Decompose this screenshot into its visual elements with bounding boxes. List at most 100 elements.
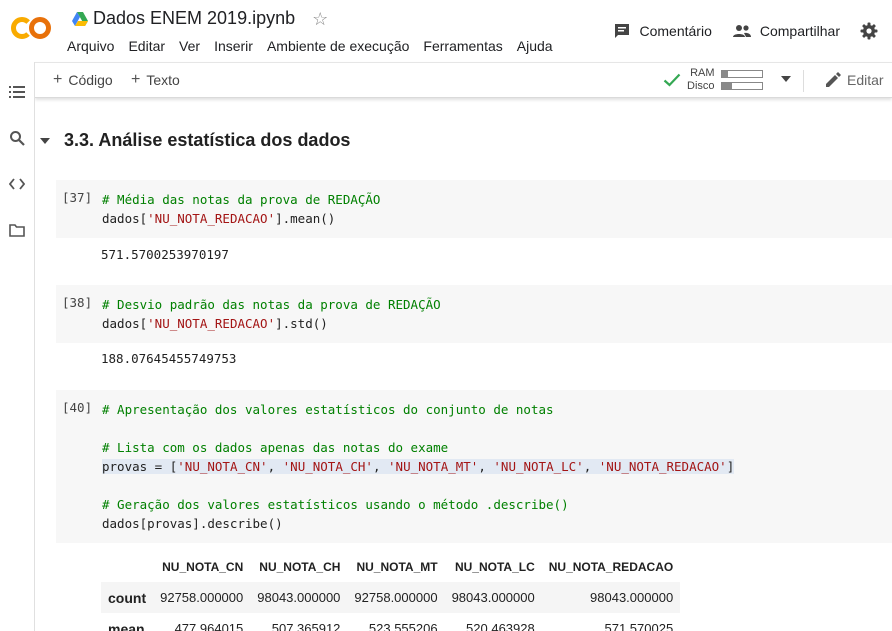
menu-ambiente[interactable]: Ambiente de execução bbox=[267, 38, 409, 54]
comment-icon bbox=[615, 24, 630, 38]
pencil-icon bbox=[826, 72, 841, 87]
cell-source[interactable]: # Desvio padrão das notas da prova de RE… bbox=[102, 295, 441, 333]
code-line: # Lista com os dados apenas das notas do… bbox=[102, 438, 734, 457]
add-text-button[interactable]: + Texto bbox=[131, 71, 180, 89]
add-code-label: Código bbox=[68, 72, 113, 88]
describe-table: NU_NOTA_CN NU_NOTA_CH NU_NOTA_MT NU_NOTA… bbox=[101, 551, 681, 631]
chevron-down-icon[interactable] bbox=[781, 76, 791, 82]
menu-ferramentas[interactable]: Ferramentas bbox=[423, 38, 502, 54]
edit-button[interactable]: Editar bbox=[825, 72, 884, 88]
code-token: ].std() bbox=[275, 316, 328, 331]
edit-label: Editar bbox=[847, 72, 884, 88]
menu-editar[interactable]: Editar bbox=[128, 38, 165, 54]
code-string: 'NU_NOTA_LC' bbox=[493, 459, 584, 474]
add-text-label: Texto bbox=[146, 72, 180, 88]
code-token: dados[ bbox=[102, 316, 148, 331]
folder-icon[interactable] bbox=[8, 221, 26, 239]
code-string: 'NU_NOTA_CN' bbox=[177, 459, 268, 474]
code-token: , bbox=[583, 459, 599, 474]
table-cell: 98043.000000 bbox=[590, 590, 674, 605]
code-token: dados[provas].describe() bbox=[102, 516, 283, 531]
cell-output: 571.5700253970197 bbox=[101, 247, 229, 262]
add-code-button[interactable]: + Código bbox=[53, 71, 113, 89]
collapse-caret-icon[interactable] bbox=[40, 137, 50, 144]
cell-source[interactable]: # Apresentação dos valores estatísticos … bbox=[102, 400, 735, 533]
code-token: , bbox=[478, 459, 494, 474]
code-line: dados[provas].describe() bbox=[102, 514, 734, 533]
comment-button[interactable]: Comentário bbox=[613, 22, 712, 40]
code-token: , bbox=[267, 459, 283, 474]
menu-inserir[interactable]: Inserir bbox=[214, 38, 253, 54]
settings-button[interactable] bbox=[860, 22, 878, 40]
code-cell[interactable]: [40] # Apresentação dos valores estatíst… bbox=[56, 390, 892, 543]
gear-icon bbox=[860, 22, 878, 40]
notebook-toolbar: + Código + Texto RAM Disco Editar bbox=[35, 62, 892, 98]
code-string: 'NU_NOTA_MT' bbox=[388, 459, 479, 474]
menu-ver[interactable]: Ver bbox=[179, 38, 200, 54]
plus-icon: + bbox=[131, 71, 141, 88]
column-header: NU_NOTA_REDACAO bbox=[548, 559, 674, 574]
code-comment: # Apresentação dos valores estatísticos … bbox=[102, 402, 554, 417]
table-row: mean 477.964015 507.365912 523.555206 52… bbox=[101, 613, 680, 631]
people-icon bbox=[732, 25, 751, 37]
cell-prompt: [37] bbox=[62, 190, 93, 205]
table-cell: 520.463928 bbox=[466, 621, 535, 631]
plus-icon: + bbox=[53, 71, 63, 88]
colab-logo[interactable] bbox=[10, 14, 52, 42]
ram-usage-bar bbox=[720, 70, 763, 78]
code-snippets-icon[interactable] bbox=[8, 175, 26, 193]
table-cell: 98043.000000 bbox=[257, 590, 341, 605]
table-cell: 571.570025 bbox=[604, 621, 674, 631]
code-string: 'NU_NOTA_REDACAO' bbox=[147, 211, 276, 226]
table-cell: 477.964015 bbox=[174, 621, 244, 631]
code-token: ] bbox=[726, 459, 735, 474]
row-label: count bbox=[108, 589, 147, 606]
resources-indicator[interactable]: RAM Disco bbox=[663, 67, 763, 93]
cell-prompt: [40] bbox=[62, 400, 93, 415]
column-header: NU_NOTA_LC bbox=[454, 559, 535, 574]
disk-usage-bar bbox=[720, 82, 763, 90]
menu-ajuda[interactable]: Ajuda bbox=[517, 38, 553, 54]
code-line: provas = ['NU_NOTA_CN', 'NU_NOTA_CH', 'N… bbox=[102, 457, 735, 476]
section-title: 3.3. Análise estatística dos dados bbox=[64, 130, 351, 150]
row-label: mean bbox=[108, 620, 145, 631]
toc-icon[interactable] bbox=[8, 83, 26, 101]
disk-label: Disco bbox=[687, 80, 715, 92]
section-heading: 3.3. Análise estatística dos dados bbox=[40, 130, 350, 151]
code-line: dados['NU_NOTA_REDACAO'].mean() bbox=[102, 209, 380, 228]
share-button[interactable]: Compartilhar bbox=[732, 23, 840, 39]
app-header: Dados ENEM 2019.ipynb ☆ Arquivo Editar V… bbox=[0, 0, 892, 62]
cell-prompt: [38] bbox=[62, 295, 93, 310]
code-line: # Apresentação dos valores estatísticos … bbox=[102, 400, 734, 419]
code-line: # Geração dos valores estatísticos usand… bbox=[102, 495, 734, 514]
comment-label: Comentário bbox=[639, 23, 712, 39]
code-string: 'NU_NOTA_REDACAO' bbox=[598, 459, 727, 474]
table-header-row: NU_NOTA_CN NU_NOTA_CH NU_NOTA_MT NU_NOTA… bbox=[101, 551, 680, 582]
search-icon[interactable] bbox=[8, 129, 26, 147]
star-icon[interactable]: ☆ bbox=[312, 10, 328, 28]
left-sidebar bbox=[0, 62, 35, 631]
column-header: NU_NOTA_CN bbox=[162, 559, 244, 574]
cell-source[interactable]: # Média das notas da prova de REDAÇÃO dad… bbox=[102, 190, 380, 228]
code-token: provas = [ bbox=[102, 459, 178, 474]
cell-output: 188.07645455749753 bbox=[101, 351, 237, 366]
code-token: , bbox=[372, 459, 389, 474]
menu-bar: Arquivo Editar Ver Inserir Ambiente de e… bbox=[67, 38, 567, 54]
code-line: # Desvio padrão das notas da prova de RE… bbox=[102, 295, 441, 314]
table-cell: 507.365912 bbox=[271, 621, 341, 631]
code-cell[interactable]: [37] # Média das notas da prova de REDAÇ… bbox=[56, 180, 892, 238]
table-cell: 92758.000000 bbox=[354, 590, 438, 605]
table-row: count 92758.000000 98043.000000 92758.00… bbox=[101, 582, 681, 613]
notebook-title[interactable]: Dados ENEM 2019.ipynb bbox=[93, 8, 295, 29]
code-line: # Média das notas da prova de REDAÇÃO bbox=[102, 190, 380, 209]
code-token: ].mean() bbox=[275, 211, 336, 226]
code-string: 'NU_NOTA_CH' bbox=[282, 459, 373, 474]
menu-arquivo[interactable]: Arquivo bbox=[67, 38, 114, 54]
ram-label: RAM bbox=[690, 67, 715, 79]
code-cell[interactable]: [38] # Desvio padrão das notas da prova … bbox=[56, 285, 892, 343]
table-cell: 98043.000000 bbox=[451, 590, 535, 605]
table-index-header bbox=[101, 551, 153, 582]
share-label: Compartilhar bbox=[759, 23, 840, 39]
code-comment: # Desvio padrão das notas da prova de RE… bbox=[102, 297, 441, 312]
